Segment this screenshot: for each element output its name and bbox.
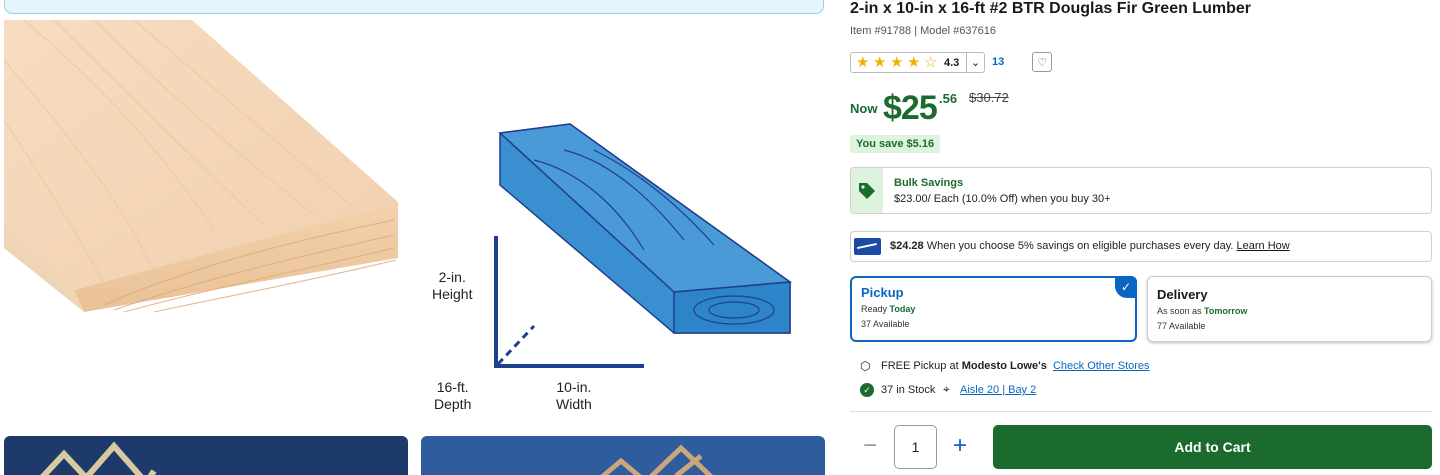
delivery-option[interactable]: Delivery As soon as Tomorrow 77 Availabl… — [1147, 276, 1432, 342]
now-label: Now — [850, 101, 878, 116]
credit-card-offer: $24.28 When you choose 5% savings on eli… — [850, 231, 1432, 262]
credit-card-icon — [854, 238, 881, 255]
review-count-link[interactable]: 13 — [992, 56, 1004, 68]
star-icon: ★ — [873, 54, 887, 71]
card-offer-description: When you choose 5% savings on eligible p… — [923, 240, 1237, 252]
favorite-heart-icon[interactable]: ♡ — [1032, 52, 1052, 72]
bulk-savings-title: Bulk Savings — [894, 177, 964, 189]
quantity-input[interactable]: 1 — [894, 425, 937, 469]
add-to-cart-button[interactable]: Add to Cart — [993, 425, 1432, 469]
package-icon: ⬡ — [860, 359, 871, 373]
learn-how-link[interactable]: Learn How — [1237, 240, 1290, 252]
location-pin-icon: ⌖ — [943, 382, 950, 396]
in-stock-check-icon: ✓ — [860, 383, 874, 397]
delivery-available: 77 Available — [1157, 321, 1206, 331]
rating-value: 4.3 — [944, 56, 960, 69]
rating-widget[interactable]: ★ ★ ★ ★ ☆ 4.3 ⌄ — [850, 52, 985, 73]
divider — [850, 411, 1432, 412]
bulk-savings-box: Bulk Savings $23.00/ Each (10.0% Off) wh… — [850, 167, 1432, 214]
product-info-panel: 2-in x 10-in x 16-ft #2 BTR Douglas Fir … — [850, 0, 1432, 475]
star-icon: ★ — [907, 54, 921, 71]
product-title: 2-in x 10-in x 16-ft #2 BTR Douglas Fir … — [850, 0, 1251, 17]
store-name: Modesto Lowe's — [961, 360, 1047, 372]
star-icon: ★ — [890, 54, 904, 71]
price-dollars: $25 — [883, 89, 938, 127]
bulk-savings-text: $23.00/ Each (10.0% Off) when you buy 30… — [894, 193, 1111, 205]
truss-thumbnail-2[interactable] — [421, 436, 825, 475]
card-offer-text: $24.28 When you choose 5% savings on eli… — [890, 240, 1290, 252]
product-gallery[interactable]: 2-in. Height 16-ft. Depth 10-in. Width — [4, 20, 824, 430]
lumber-photo[interactable] — [4, 20, 414, 320]
item-model-numbers: Item #91788 | Model #637616 — [850, 25, 996, 37]
star-icon: ★ — [856, 54, 870, 71]
was-price: $30.72 — [969, 90, 1009, 105]
depth-label: 16-ft. Depth — [434, 379, 472, 412]
width-label: 10-in. Width — [556, 379, 592, 412]
check-other-stores-link[interactable]: Check Other Stores — [1053, 360, 1150, 372]
quantity-decrease-button[interactable]: − — [859, 432, 881, 462]
savings-badge: You save $5.16 — [850, 135, 941, 153]
chevron-down-icon[interactable]: ⌄ — [966, 53, 984, 72]
card-offer-amount: $24.28 — [890, 240, 924, 252]
truss-thumbnail-1[interactable] — [4, 436, 408, 475]
aisle-bay-link[interactable]: Aisle 20 | Bay 2 — [960, 384, 1036, 396]
height-label: 2-in. Height — [432, 269, 473, 302]
free-pickup-line: FREE Pickup at Modesto Lowe's Check Othe… — [881, 360, 1150, 372]
quantity-increase-button[interactable]: + — [949, 432, 971, 462]
pickup-title: Pickup — [861, 285, 904, 300]
delivery-title: Delivery — [1157, 287, 1208, 302]
dimension-diagram[interactable] — [414, 20, 824, 430]
stock-count: 37 in Stock — [881, 384, 936, 396]
notice-banner — [4, 0, 824, 14]
pickup-available: 37 Available — [861, 319, 910, 329]
pickup-option[interactable]: Pickup Ready Today 37 Available ✓ — [850, 276, 1137, 342]
price-tag-icon — [851, 168, 883, 213]
pickup-ready-line: Ready Today — [861, 304, 916, 314]
checkmark-icon: ✓ — [1115, 276, 1137, 298]
delivery-eta-line: As soon as Tomorrow — [1157, 306, 1248, 316]
star-outline-icon: ☆ — [924, 54, 938, 71]
price-cents: .56 — [939, 91, 958, 106]
